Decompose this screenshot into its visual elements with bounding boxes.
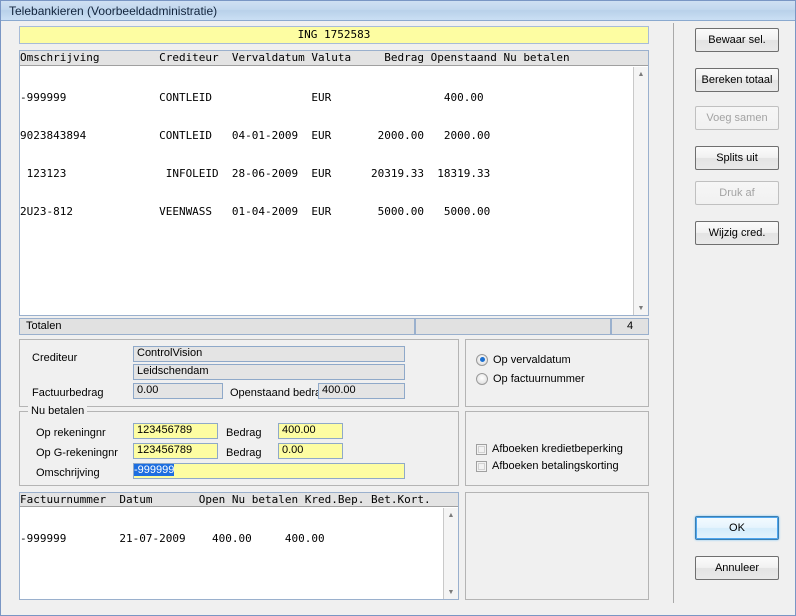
voeg-samen-button: Voeg samen xyxy=(695,106,779,130)
nu-betalen-group: Nu betalen Op rekeningnr 123456789 Bedra… xyxy=(19,405,459,486)
bedrag-input-1[interactable]: 400.00 xyxy=(278,423,343,439)
scroll-down-icon[interactable]: ▼ xyxy=(444,585,458,599)
invoice-detail-grid[interactable]: Factuurnummer Datum Open Nu betalen Kred… xyxy=(19,492,459,600)
totals-label: Totalen xyxy=(19,318,415,335)
factuurbedrag-label: Factuurbedrag xyxy=(32,387,104,399)
telebankieren-dialog: Telebankieren (Voorbeeldadministratie) I… xyxy=(0,0,796,616)
creditor-panel: Crediteur ControlVision Leidschendam Fac… xyxy=(19,339,459,407)
radio-unselected-icon[interactable] xyxy=(476,372,488,385)
invoice-grid-scrollbar[interactable]: ▲ ▼ xyxy=(633,67,648,315)
table-row[interactable]: -999999 21-07-2009 400.00 400.00 xyxy=(20,533,443,546)
invoice-grid-body[interactable]: -999999 CONTLEID EUR 400.00 9023843894 C… xyxy=(20,67,633,315)
bedrag-label-2: Bedrag xyxy=(226,447,262,459)
crediteur-label: Crediteur xyxy=(32,352,78,364)
sort-order-panel: Op vervaldatum Op factuurnummer xyxy=(465,339,649,407)
rekeningnr-input[interactable]: 123456789 xyxy=(133,423,218,439)
window-titlebar: Telebankieren (Voorbeeldadministratie) xyxy=(1,1,795,21)
nu-betalen-legend: Nu betalen xyxy=(28,405,88,417)
radio-op-factuurnummer-label: Op factuurnummer xyxy=(493,372,585,385)
bewaar-sel-button[interactable]: Bewaar sel. xyxy=(695,28,779,52)
invoice-grid[interactable]: Omschrijving Crediteur Vervaldatum Valut… xyxy=(19,50,649,316)
druk-af-button: Druk af xyxy=(695,181,779,205)
radio-op-vervaldatum-label: Op vervaldatum xyxy=(493,353,571,366)
factuurbedrag-field[interactable]: 0.00 xyxy=(133,383,223,399)
ok-button[interactable]: OK xyxy=(695,516,779,540)
splits-uit-button[interactable]: Splits uit xyxy=(695,146,779,170)
checkbox-betalingskorting-label: Afboeken betalingskorting xyxy=(492,460,619,472)
invoice-detail-header: Factuurnummer Datum Open Nu betalen Kred… xyxy=(20,493,458,507)
omschrijving-selected-text: -999999 xyxy=(134,464,175,476)
radio-selected-icon[interactable] xyxy=(476,353,488,366)
openstaand-bedrag-label: Openstaand bedrag xyxy=(230,387,328,399)
scroll-down-icon[interactable]: ▼ xyxy=(634,301,648,315)
bedrag-input-2[interactable]: 0.00 xyxy=(278,443,343,459)
cancel-button[interactable]: Annuleer xyxy=(695,556,779,580)
totals-amount xyxy=(415,318,611,335)
openstaand-bedrag-field[interactable]: 400.00 xyxy=(318,383,405,399)
checkbox-afboeken-betalingskorting[interactable]: Afboeken betalingskorting xyxy=(476,459,619,473)
op-g-rekeningnr-label: Op G-rekeningnr xyxy=(36,447,118,459)
creditor-city-field[interactable]: Leidschendam xyxy=(133,364,405,380)
bereken-totaal-button[interactable]: Bereken totaal xyxy=(695,68,779,92)
invoice-grid-header: Omschrijving Crediteur Vervaldatum Valut… xyxy=(20,51,648,66)
checkbox-unchecked-icon[interactable] xyxy=(476,443,487,455)
writeoff-panel: Afboeken kredietbeperking Afboeken betal… xyxy=(465,411,649,486)
scroll-up-icon[interactable]: ▲ xyxy=(634,67,648,81)
table-row[interactable]: -999999 CONTLEID EUR 400.00 xyxy=(20,92,633,105)
invoice-detail-body[interactable]: -999999 21-07-2009 400.00 400.00 xyxy=(20,508,443,599)
checkbox-afboeken-kredietbeperking[interactable]: Afboeken kredietbeperking xyxy=(476,442,623,456)
g-rekeningnr-input[interactable]: 123456789 xyxy=(133,443,218,459)
wijzig-cred-button[interactable]: Wijzig cred. xyxy=(695,221,779,245)
notes-panel xyxy=(465,492,649,600)
totals-count: 4 xyxy=(611,318,649,335)
scroll-up-icon[interactable]: ▲ xyxy=(444,508,458,522)
omschrijving-label: Omschrijving xyxy=(36,467,100,479)
totals-bar: Totalen 4 xyxy=(19,318,649,335)
creditor-name-field[interactable]: ControlVision xyxy=(133,346,405,362)
checkbox-kredietbeperking-label: Afboeken kredietbeperking xyxy=(492,443,623,455)
table-row[interactable]: 123123 INFOLEID 28-06-2009 EUR 20319.33 … xyxy=(20,167,633,181)
table-row[interactable]: 9023843894 CONTLEID 04-01-2009 EUR 2000.… xyxy=(20,129,633,143)
op-rekeningnr-label: Op rekeningnr xyxy=(36,427,106,439)
account-banner: ING 1752583 xyxy=(19,26,649,44)
vertical-divider xyxy=(673,23,674,603)
invoice-detail-scrollbar[interactable]: ▲ ▼ xyxy=(443,508,458,599)
omschrijving-input[interactable]: -999999 xyxy=(133,463,405,479)
radio-op-factuurnummer[interactable]: Op factuurnummer xyxy=(476,371,585,386)
window-title: Telebankieren (Voorbeeldadministratie) xyxy=(9,4,218,18)
table-row[interactable]: 2U23-812 VEENWASS 01-04-2009 EUR 5000.00… xyxy=(20,205,633,219)
radio-op-vervaldatum[interactable]: Op vervaldatum xyxy=(476,352,571,367)
checkbox-unchecked-icon[interactable] xyxy=(476,460,487,472)
bedrag-label-1: Bedrag xyxy=(226,427,262,439)
